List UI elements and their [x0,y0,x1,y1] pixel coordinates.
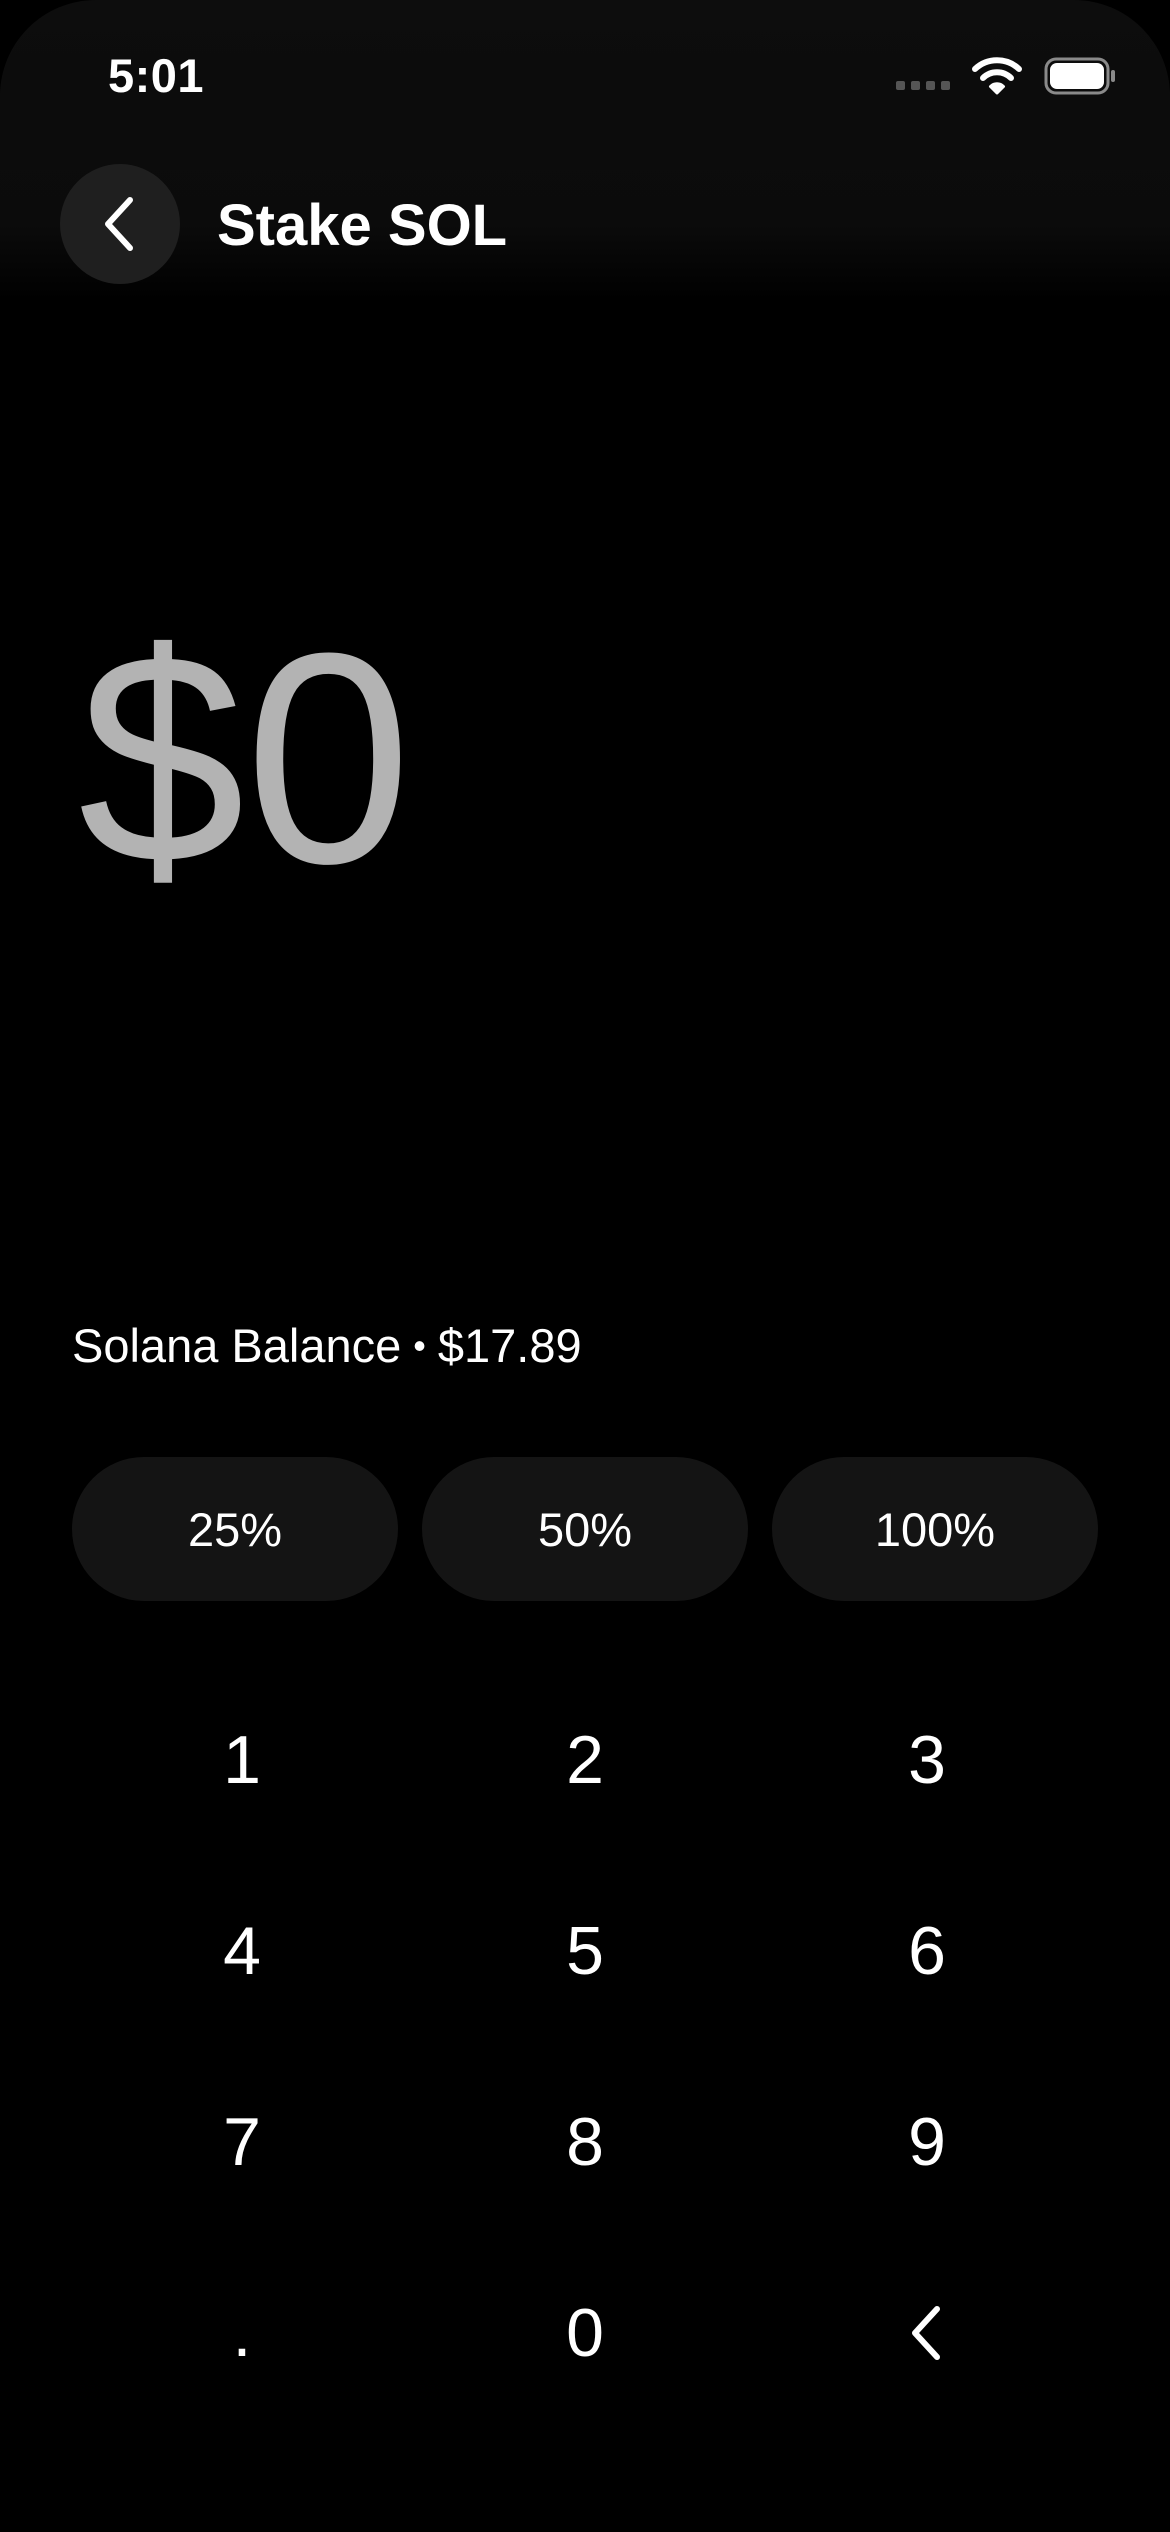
stake-sol-screen: 5:01 Stake SOL $0 Solana Balance • $17.89 … [0,0,1170,2532]
balance-label: Solana Balance [72,1319,402,1372]
keypad-key-4[interactable]: 4 [82,1871,402,2031]
keypad-backspace-button[interactable] [767,2253,1087,2413]
status-icons [896,54,1118,98]
chevron-left-icon [912,2306,940,2360]
balance-row: Solana Balance • $17.89 [72,1318,582,1373]
balance-value: $17.89 [437,1319,582,1372]
amount-display: $0 [78,590,412,926]
header-background [0,0,1170,300]
keypad-key-7[interactable]: 7 [82,2062,402,2222]
balance-separator: • [413,1325,426,1366]
keypad-key-6[interactable]: 6 [767,1871,1087,2031]
keypad-key-3[interactable]: 3 [767,1680,1087,1840]
cellular-signal-icon [896,80,950,90]
page-title: Stake SOL [217,193,508,258]
percent-100-button[interactable]: 100% [772,1457,1098,1601]
battery-icon [1044,57,1115,95]
keypad-key-1[interactable]: 1 [82,1680,402,1840]
keypad-key-8[interactable]: 8 [425,2062,745,2222]
wifi-icon [972,57,1022,95]
status-time: 5:01 [108,49,205,102]
keypad-key-9[interactable]: 9 [767,2062,1087,2222]
keypad-key-decimal[interactable]: . [82,2253,402,2413]
keypad-key-5[interactable]: 5 [425,1871,745,2031]
percent-25-button[interactable]: 25% [72,1457,398,1601]
percent-50-button[interactable]: 50% [422,1457,748,1601]
keypad-key-0[interactable]: 0 [425,2253,745,2413]
keypad-key-2[interactable]: 2 [425,1680,745,1840]
back-button[interactable] [60,164,180,284]
chevron-left-icon [105,197,133,251]
